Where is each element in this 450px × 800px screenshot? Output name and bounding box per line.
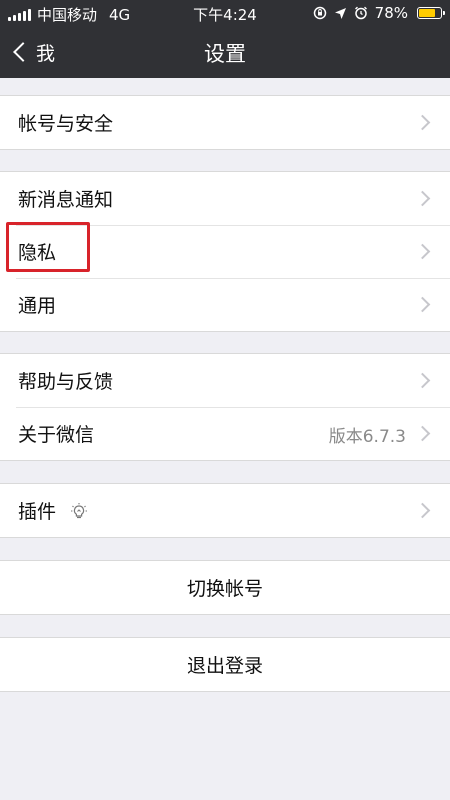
battery-fill bbox=[419, 9, 435, 17]
list-item-privacy[interactable]: 隐私 bbox=[0, 225, 450, 278]
item-label: 隐私 bbox=[18, 242, 57, 264]
item-label: 帐号与安全 bbox=[18, 113, 114, 135]
battery-percent: 78% bbox=[374, 4, 408, 22]
version-value: 版本6.7.3 bbox=[328, 427, 406, 447]
status-bar: 中国移动 4G 下午4:24 78% bbox=[0, 0, 450, 26]
group-plugins: 插件 bbox=[0, 483, 450, 538]
nav-bar: 我 设置 bbox=[0, 26, 450, 78]
chevron-right-icon bbox=[414, 502, 431, 519]
group-logout: 退出登录 bbox=[0, 637, 450, 692]
top-bar: 中国移动 4G 下午4:24 78% 我 设置 bbox=[0, 0, 450, 78]
item-label: 关于微信 bbox=[18, 424, 95, 446]
item-label: 新消息通知 bbox=[18, 189, 114, 211]
button-label: 切换帐号 bbox=[186, 578, 263, 600]
group-help: 帮助与反馈 关于微信 版本6.7.3 bbox=[0, 353, 450, 461]
switch-account-button[interactable]: 切换帐号 bbox=[0, 561, 450, 614]
lightbulb-icon bbox=[71, 502, 88, 518]
rotation-lock-icon bbox=[313, 6, 326, 20]
list-item-help-feedback[interactable]: 帮助与反馈 bbox=[0, 354, 450, 407]
settings-screen: 中国移动 4G 下午4:24 78% 我 设置 帐号与安全 新消息通知 隐私 通… bbox=[0, 0, 450, 800]
group-account: 帐号与安全 bbox=[0, 95, 450, 150]
item-label: 通用 bbox=[18, 295, 57, 317]
chevron-right-icon bbox=[414, 425, 431, 442]
group-notifications: 新消息通知 隐私 通用 bbox=[0, 171, 450, 332]
list-item-plugins[interactable]: 插件 bbox=[0, 484, 450, 537]
chevron-right-icon bbox=[414, 372, 431, 389]
alarm-icon bbox=[354, 6, 367, 20]
page-title: 设置 bbox=[204, 42, 246, 66]
location-icon bbox=[334, 7, 346, 19]
chevron-right-icon bbox=[414, 114, 431, 131]
battery-icon bbox=[417, 7, 445, 19]
chevron-right-icon bbox=[414, 243, 431, 260]
list-item-general[interactable]: 通用 bbox=[0, 278, 450, 331]
list-item-new-message-notification[interactable]: 新消息通知 bbox=[0, 172, 450, 225]
list-item-account-security[interactable]: 帐号与安全 bbox=[0, 96, 450, 149]
chevron-right-icon bbox=[414, 296, 431, 313]
item-label: 帮助与反馈 bbox=[18, 371, 114, 393]
list-item-about-wechat[interactable]: 关于微信 版本6.7.3 bbox=[0, 407, 450, 460]
item-label: 插件 bbox=[18, 501, 57, 523]
group-switch-account: 切换帐号 bbox=[0, 560, 450, 615]
button-label: 退出登录 bbox=[186, 655, 263, 677]
logout-button[interactable]: 退出登录 bbox=[0, 638, 450, 691]
status-right: 78% bbox=[313, 4, 445, 22]
chevron-right-icon bbox=[414, 190, 431, 207]
